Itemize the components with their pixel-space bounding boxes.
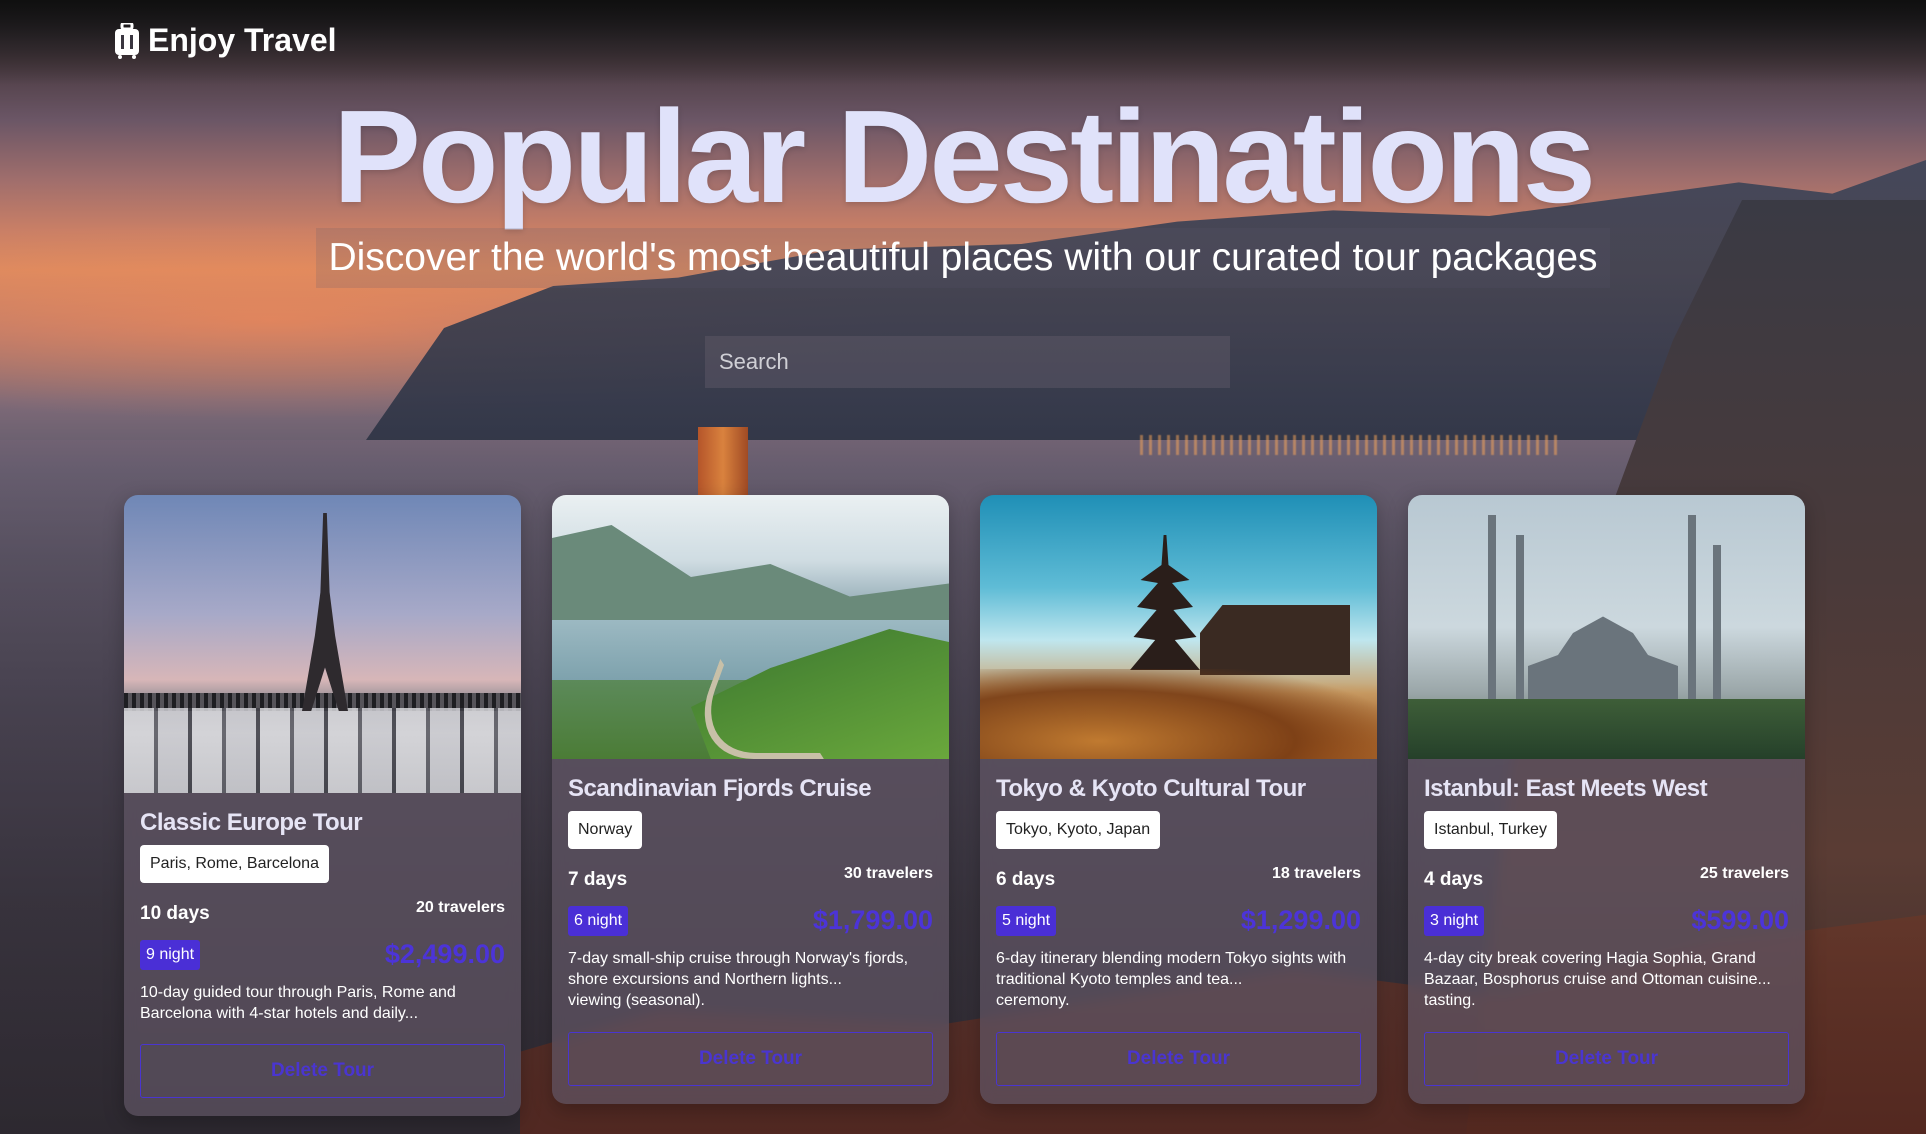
minaret [1488, 515, 1496, 705]
delete-tour-button[interactable]: Delete Tour [568, 1032, 933, 1086]
istanbul-mosque-photo [1408, 495, 1805, 759]
traveler-count: 25 travelers [1700, 865, 1789, 882]
coastal-lights [1140, 435, 1560, 455]
tour-card-europe: Classic Europe Tour Paris, Rome, Barcelo… [124, 495, 521, 1116]
trees [1408, 699, 1805, 759]
tour-card-istanbul: Istanbul: East Meets West Istanbul, Turk… [1408, 495, 1805, 1104]
brand-logo[interactable]: Enjoy Travel [114, 22, 337, 59]
tour-duration: 7 days [568, 869, 628, 890]
location-tag: Norway [568, 811, 643, 849]
traveler-count: 30 travelers [844, 865, 933, 882]
location-tag: Paris, Rome, Barcelona [140, 845, 329, 883]
location-tag: Tokyo, Kyoto, Japan [996, 811, 1161, 849]
kyoto-pagoda-photo [980, 495, 1377, 759]
tour-duration: 4 days [1424, 869, 1484, 890]
tour-title: Tokyo & Kyoto Cultural Tour [996, 775, 1306, 802]
tour-duration: 6 days [996, 869, 1056, 890]
norway-fjord-photo [552, 495, 949, 759]
tour-title: Scandinavian Fjords Cruise [568, 775, 872, 802]
tour-card-japan: Tokyo & Kyoto Cultural Tour Tokyo, Kyoto… [980, 495, 1377, 1104]
traveler-count: 20 travelers [416, 899, 505, 916]
temple [1200, 605, 1350, 675]
tour-price: $1,799.00 [812, 905, 933, 935]
tour-price: $1,299.00 [1240, 905, 1361, 935]
night-badge: 9 night [140, 939, 201, 970]
hero-subtitle-wrap: Discover the world's most beautiful plac… [0, 228, 1926, 288]
delete-tour-button[interactable]: Delete Tour [996, 1032, 1361, 1086]
tour-duration: 10 days [140, 903, 210, 924]
tour-description: 4-day city break covering Hagia Sophia, … [1424, 950, 1771, 988]
minaret [1688, 515, 1696, 705]
eiffel-tower-photo [124, 495, 521, 793]
traveler-count: 18 travelers [1272, 865, 1361, 882]
page-title: Popular Destinations [332, 83, 1596, 230]
night-badge: 3 night [1424, 905, 1485, 936]
tower [698, 427, 748, 497]
tour-description: 7-day small-ship cruise through Norway's… [568, 950, 909, 988]
tour-price: $599.00 [1691, 905, 1789, 935]
delete-tour-button[interactable]: Delete Tour [1424, 1032, 1789, 1086]
hero-subtitle: Discover the world's most beautiful plac… [316, 228, 1610, 288]
minaret [1516, 535, 1524, 705]
search-input[interactable] [705, 336, 1230, 388]
tour-description-continued: ceremony. [996, 992, 1070, 1009]
tour-description: 6-day itinerary blending modern Tokyo si… [996, 950, 1347, 988]
pagoda [1130, 535, 1200, 670]
night-badge: 6 night [568, 905, 629, 936]
mosque-dome [1528, 616, 1678, 710]
eiffel-tower [302, 513, 348, 711]
minaret [1713, 545, 1721, 705]
delete-tour-button[interactable]: Delete Tour [140, 1044, 505, 1098]
tour-price: $2,499.00 [384, 939, 505, 969]
location-tag: Istanbul, Turkey [1424, 811, 1557, 849]
tour-title: Istanbul: East Meets West [1424, 775, 1708, 802]
plaza [124, 708, 521, 793]
tour-description-continued: viewing (seasonal). [568, 992, 705, 1009]
brand-name: Enjoy Travel [148, 22, 337, 58]
tour-card-norway: Scandinavian Fjords Cruise Norway 7 days… [552, 495, 949, 1104]
autumn-leaves [980, 669, 1377, 759]
tour-title: Classic Europe Tour [140, 809, 363, 836]
tour-description-continued: tasting. [1424, 992, 1476, 1009]
suitcase-icon [115, 22, 139, 59]
night-badge: 5 night [996, 905, 1057, 936]
tour-description: 10-day guided tour through Paris, Rome a… [140, 984, 456, 1022]
